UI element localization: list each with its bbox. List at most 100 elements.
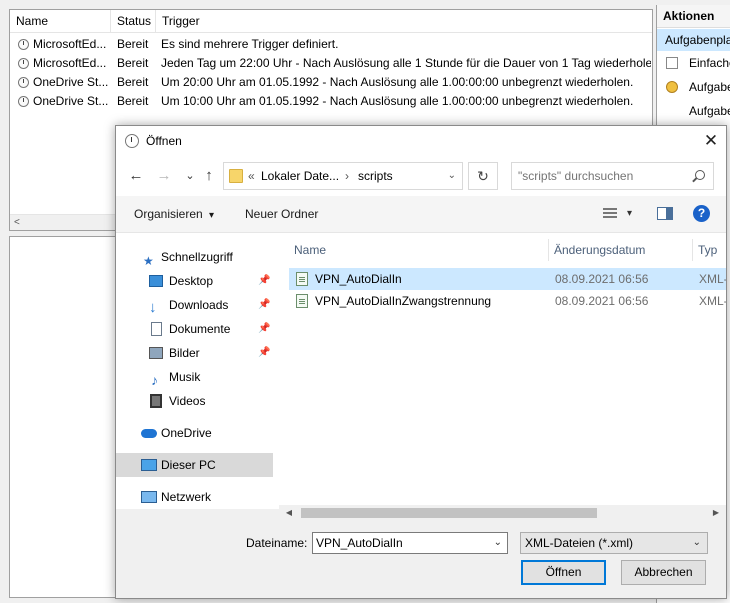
task-status: Bereit — [117, 75, 149, 89]
navigation-pane: ★ Schnellzugriff Desktop 📌 ↓ Downloads 📌… — [116, 233, 279, 509]
file-name: VPN_AutoDialInZwangstrennung — [315, 294, 492, 308]
pin-icon[interactable]: 📌 — [258, 293, 270, 317]
sidebar-item-this-pc[interactable]: Dieser PC — [116, 453, 273, 477]
task-status: Bereit — [117, 56, 149, 70]
task-status: Bereit — [117, 37, 149, 51]
clock-icon — [18, 96, 29, 107]
close-button[interactable]: ✕ — [696, 126, 726, 156]
address-bar[interactable]: « Lokaler Date... › scripts ⌄ — [223, 162, 463, 190]
task-name: MicrosoftEd... — [33, 37, 107, 51]
preview-pane-icon[interactable] — [657, 207, 673, 220]
help-icon[interactable]: ? — [693, 205, 710, 222]
breadcrumb-overflow[interactable]: « — [248, 163, 255, 189]
search-box[interactable] — [511, 162, 714, 190]
video-icon — [150, 394, 162, 408]
column-header-status[interactable]: Status — [111, 10, 156, 32]
scroll-left-button[interactable]: ◀ — [281, 505, 297, 521]
file-date: 08.09.2021 06:56 — [555, 272, 649, 286]
scrollbar-thumb[interactable] — [301, 508, 597, 518]
pin-icon[interactable]: 📌 — [258, 269, 270, 293]
pictures-icon — [149, 347, 163, 359]
pin-icon[interactable]: 📌 — [258, 317, 270, 341]
up-button[interactable]: ↑ — [201, 168, 217, 184]
refresh-button[interactable]: ↻ — [468, 162, 498, 190]
column-header-name[interactable]: Name — [10, 10, 111, 32]
scroll-right-button[interactable]: ▶ — [708, 505, 724, 521]
task-row[interactable]: MicrosoftEd... Bereit Jeden Tag um 22:00… — [10, 54, 652, 73]
cancel-button[interactable]: Abbrechen — [621, 560, 706, 585]
breadcrumb-scripts[interactable]: scripts — [358, 163, 393, 189]
sidebar-item-label: Dokumente — [169, 322, 231, 336]
action-item[interactable]: Aufgabe — [657, 99, 730, 123]
actions-selected-item[interactable]: Aufgabenpla — [657, 29, 730, 51]
dialog-titlebar[interactable]: Öffnen ✕ — [116, 126, 726, 156]
task-icon — [666, 57, 678, 69]
filename-label: Dateiname: — [246, 536, 308, 550]
filename-input[interactable] — [316, 536, 484, 550]
open-button[interactable]: Öffnen — [521, 560, 606, 585]
search-input[interactable] — [518, 168, 683, 184]
search-icon[interactable] — [695, 170, 705, 180]
new-folder-button[interactable]: Neuer Ordner — [245, 196, 318, 232]
chevron-down-icon[interactable]: ⌄ — [448, 163, 456, 189]
xml-file-icon — [296, 272, 308, 286]
scroll-left-button[interactable]: < — [14, 215, 20, 230]
document-icon — [151, 322, 162, 336]
filetype-select[interactable]: XML-Dateien (*.xml) ⌄ — [520, 532, 708, 554]
file-date: 08.09.2021 06:56 — [555, 294, 649, 308]
command-bar: Organisieren ▾ Neuer Ordner ▾ ? — [116, 196, 726, 233]
xml-file-icon — [296, 294, 308, 308]
navigation-bar: ← → ⌄ ↑ « Lokaler Date... › scripts ⌄ ↻ — [116, 156, 726, 196]
clock-icon — [18, 39, 29, 50]
sidebar-item-onedrive[interactable]: OneDrive — [116, 421, 273, 445]
file-list-scrollbar[interactable]: ◀ ▶ — [279, 505, 726, 521]
pane-splitter[interactable] — [279, 233, 289, 509]
dialog-title: Öffnen — [146, 134, 182, 148]
task-name: MicrosoftEd... — [33, 56, 107, 70]
column-header-date[interactable]: Änderungsdatum — [549, 239, 693, 261]
folder-icon — [229, 169, 243, 183]
sidebar-item-label: Dieser PC — [161, 458, 216, 472]
sidebar-item-pictures[interactable]: Bilder 📌 — [116, 341, 273, 365]
task-trigger: Jeden Tag um 22:00 Uhr - Nach Auslösung … — [161, 56, 651, 70]
view-options-dropdown[interactable]: ▾ — [627, 196, 632, 232]
sidebar-item-label: Bilder — [169, 346, 200, 360]
column-header-type[interactable]: Typ — [693, 239, 726, 261]
sidebar-item-desktop[interactable]: Desktop 📌 — [116, 269, 273, 293]
sidebar-item-network[interactable]: Netzwerk — [116, 485, 273, 509]
chevron-down-icon: ▾ — [209, 210, 215, 221]
view-list-icon[interactable] — [603, 208, 617, 218]
task-details-pane — [9, 236, 117, 598]
file-row[interactable]: VPN_AutoDialIn 08.09.2021 06:56 XML- — [289, 268, 726, 290]
pin-icon[interactable]: 📌 — [258, 341, 270, 365]
task-trigger: Es sind mehrere Trigger definiert. — [161, 37, 339, 51]
action-item[interactable]: Aufgabe — [657, 75, 730, 99]
sidebar-item-label: Schnellzugriff — [161, 250, 233, 264]
organize-button[interactable]: Organisieren ▾ — [134, 196, 214, 232]
task-trigger: Um 10:00 Uhr am 01.05.1992 - Nach Auslös… — [161, 94, 634, 108]
task-row[interactable]: OneDrive St... Bereit Um 20:00 Uhr am 01… — [10, 73, 652, 92]
task-row[interactable]: OneDrive St... Bereit Um 10:00 Uhr am 01… — [10, 92, 652, 111]
sidebar-item-documents[interactable]: Dokumente 📌 — [116, 317, 273, 341]
sidebar-item-quick-access[interactable]: ★ Schnellzugriff — [116, 245, 273, 269]
sidebar-item-downloads[interactable]: ↓ Downloads 📌 — [116, 293, 273, 317]
action-label: Aufgabe — [689, 104, 730, 118]
sidebar-item-label: Musik — [169, 370, 201, 384]
back-button[interactable]: ← — [128, 168, 144, 184]
task-row[interactable]: MicrosoftEd... Bereit Es sind mehrere Tr… — [10, 35, 652, 54]
sidebar-item-videos[interactable]: Videos — [116, 389, 273, 413]
column-header-name[interactable]: Name — [289, 239, 549, 261]
sidebar-item-music[interactable]: ♪ Musik — [116, 365, 273, 389]
chevron-down-icon[interactable]: ⌄ — [494, 533, 502, 553]
action-item[interactable]: Einfache — [657, 51, 730, 75]
column-header-trigger[interactable]: Trigger — [156, 10, 652, 32]
task-trigger: Um 20:00 Uhr am 01.05.1992 - Nach Auslös… — [161, 75, 634, 89]
organize-label: Organisieren — [134, 207, 203, 221]
breadcrumb-separator[interactable]: › — [345, 163, 349, 189]
recent-locations-button[interactable]: ⌄ — [182, 168, 198, 184]
action-label: Aufgabe — [689, 80, 730, 94]
filename-combobox[interactable]: ⌄ — [312, 532, 508, 554]
forward-button[interactable]: → — [156, 168, 172, 184]
breadcrumb-local-disk[interactable]: Lokaler Date... — [261, 163, 339, 189]
file-row[interactable]: VPN_AutoDialInZwangstrennung 08.09.2021 … — [289, 290, 726, 312]
